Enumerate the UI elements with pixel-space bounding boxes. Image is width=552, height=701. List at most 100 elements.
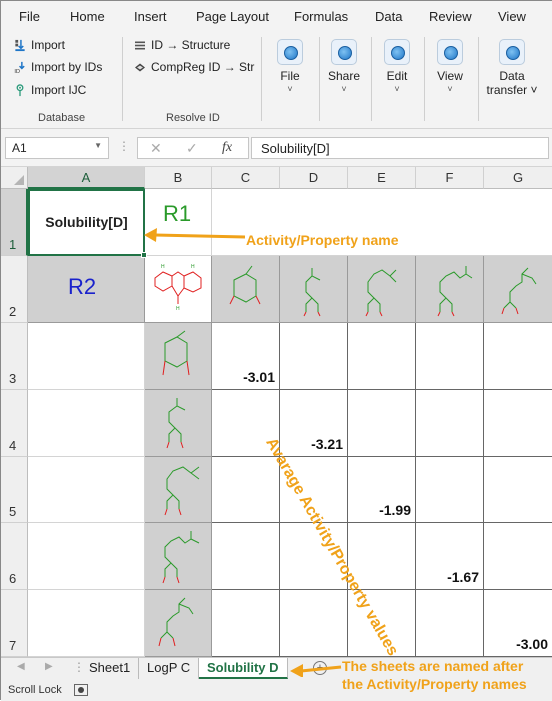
- cell-g4[interactable]: [484, 390, 552, 457]
- cell-e5[interactable]: -1.99: [348, 457, 416, 523]
- cancel-icon[interactable]: ✕: [150, 140, 162, 157]
- cell-b3[interactable]: [145, 323, 212, 390]
- row-header-3[interactable]: 3: [1, 323, 28, 390]
- drag-handle-icon[interactable]: ⋮: [118, 139, 130, 153]
- cell-c3[interactable]: -3.01: [212, 323, 280, 390]
- edit-big-button[interactable]: Edit ˅: [372, 39, 422, 94]
- menu-tab-review[interactable]: Review: [429, 9, 472, 24]
- cell-e2[interactable]: [348, 256, 416, 323]
- cell-f7[interactable]: [416, 590, 484, 657]
- cell-f2[interactable]: [416, 256, 484, 323]
- file-big-button[interactable]: File ˅: [265, 39, 315, 94]
- column-header-b[interactable]: B: [145, 167, 212, 189]
- sheet-tab-sheet1[interactable]: Sheet1: [81, 658, 140, 679]
- select-all-button[interactable]: [1, 167, 28, 189]
- chevron-down-icon: ˅: [287, 84, 293, 94]
- sheet-tab-solubility-d[interactable]: Solubility D: [199, 658, 288, 679]
- menu-tab-page-layout[interactable]: Page Layout: [196, 9, 269, 24]
- cell-f6[interactable]: -1.67: [416, 523, 484, 590]
- share-icon: [331, 39, 357, 65]
- svg-text:H: H: [161, 264, 165, 270]
- fx-icon[interactable]: fx: [222, 140, 232, 156]
- column-header-c[interactable]: C: [212, 167, 280, 189]
- row-header-4[interactable]: 4: [1, 390, 28, 457]
- cell-g3[interactable]: [484, 323, 552, 390]
- prev-sheet-icon[interactable]: ◀: [17, 661, 25, 672]
- chevron-down-icon[interactable]: ▼: [94, 141, 102, 150]
- cell-b2-scaffold[interactable]: H H H: [145, 256, 212, 323]
- cell-b7[interactable]: [145, 590, 212, 657]
- cell-a2[interactable]: R2: [28, 256, 145, 323]
- activity-name-cell: Solubility[D]: [45, 214, 128, 230]
- cell-b5[interactable]: [145, 457, 212, 523]
- scroll-lock-status: Scroll Lock: [8, 684, 62, 696]
- cell-e4[interactable]: [348, 390, 416, 457]
- compreg-id-button[interactable]: CompReg ID → Str: [134, 60, 254, 74]
- column-header-a[interactable]: A: [28, 167, 145, 189]
- view-big-button[interactable]: View ˅: [425, 39, 475, 94]
- cell-a7[interactable]: [28, 590, 145, 657]
- svg-text:H: H: [191, 264, 195, 270]
- sheet-tab-logp-c[interactable]: LogP C: [139, 658, 200, 679]
- row-header-5[interactable]: 5: [1, 457, 28, 523]
- cell-a4[interactable]: [28, 390, 145, 457]
- cell-c6[interactable]: [212, 523, 280, 590]
- average-value: -1.99: [379, 502, 411, 518]
- menu-tab-formulas[interactable]: Formulas: [294, 9, 348, 24]
- column-header-d[interactable]: D: [280, 167, 348, 189]
- import-ijc-button[interactable]: Import IJC: [14, 83, 86, 97]
- cell-g7[interactable]: -3.00: [484, 590, 552, 657]
- cell-g2[interactable]: [484, 256, 552, 323]
- fill-handle[interactable]: [141, 252, 147, 258]
- menu-tab-file[interactable]: File: [19, 9, 40, 24]
- ribbon-divider: [122, 37, 123, 121]
- cell-e3[interactable]: [348, 323, 416, 390]
- cell-c7[interactable]: [212, 590, 280, 657]
- formula-input[interactable]: Solubility[D]: [251, 137, 549, 159]
- cell-d3[interactable]: [280, 323, 348, 390]
- data-transfer-big-button[interactable]: Data transfer ˅: [483, 39, 541, 97]
- column-header-g[interactable]: G: [484, 167, 552, 189]
- menu-tab-view[interactable]: View: [498, 9, 526, 24]
- cell-f5[interactable]: [416, 457, 484, 523]
- import-button[interactable]: Import: [14, 38, 65, 52]
- cell-g5[interactable]: [484, 457, 552, 523]
- column-header-f[interactable]: F: [416, 167, 484, 189]
- name-box[interactable]: A1 ▼: [5, 137, 109, 159]
- column-header-e[interactable]: E: [348, 167, 416, 189]
- row-header-7[interactable]: 7: [1, 590, 28, 657]
- data-transfer-label-2: transfer ˅: [486, 83, 538, 97]
- id-to-structure-button[interactable]: ID → Structure: [134, 38, 230, 52]
- menu-tab-insert[interactable]: Insert: [134, 9, 167, 24]
- row-header-2[interactable]: 2: [1, 256, 28, 323]
- cell-d2[interactable]: [280, 256, 348, 323]
- r2-substituent-molecule: [158, 597, 194, 647]
- cell-c5[interactable]: [212, 457, 280, 523]
- enter-icon[interactable]: ✓: [186, 140, 198, 157]
- cell-a5[interactable]: [28, 457, 145, 523]
- cell-f4[interactable]: [416, 390, 484, 457]
- macro-record-icon[interactable]: [74, 684, 88, 696]
- file-big-label: File: [280, 69, 300, 83]
- cell-d7[interactable]: [280, 590, 348, 657]
- share-big-button[interactable]: Share ˅: [319, 39, 369, 94]
- cell-b4[interactable]: [145, 390, 212, 457]
- next-sheet-icon[interactable]: ▶: [45, 661, 53, 672]
- menu-tab-home[interactable]: Home: [70, 9, 105, 24]
- cell-b6[interactable]: [145, 523, 212, 590]
- cell-a1-selected[interactable]: Solubility[D]: [28, 189, 147, 258]
- cell-c2[interactable]: [212, 256, 280, 323]
- r2-substituent-molecule: [166, 398, 186, 449]
- import-by-ids-button[interactable]: ID Import by IDs: [14, 60, 102, 74]
- cell-a3[interactable]: [28, 323, 145, 390]
- row-header-6[interactable]: 6: [1, 523, 28, 590]
- cell-f3[interactable]: [416, 323, 484, 390]
- cell-g6[interactable]: [484, 523, 552, 590]
- data-transfer-icon: [499, 39, 525, 65]
- data-transfer-label: Data: [499, 69, 525, 83]
- cell-d4[interactable]: -3.21: [280, 390, 348, 457]
- share-big-label: Share: [327, 69, 361, 83]
- row-header-1[interactable]: 1: [1, 189, 28, 256]
- cell-a6[interactable]: [28, 523, 145, 590]
- menu-tab-data[interactable]: Data: [375, 9, 402, 24]
